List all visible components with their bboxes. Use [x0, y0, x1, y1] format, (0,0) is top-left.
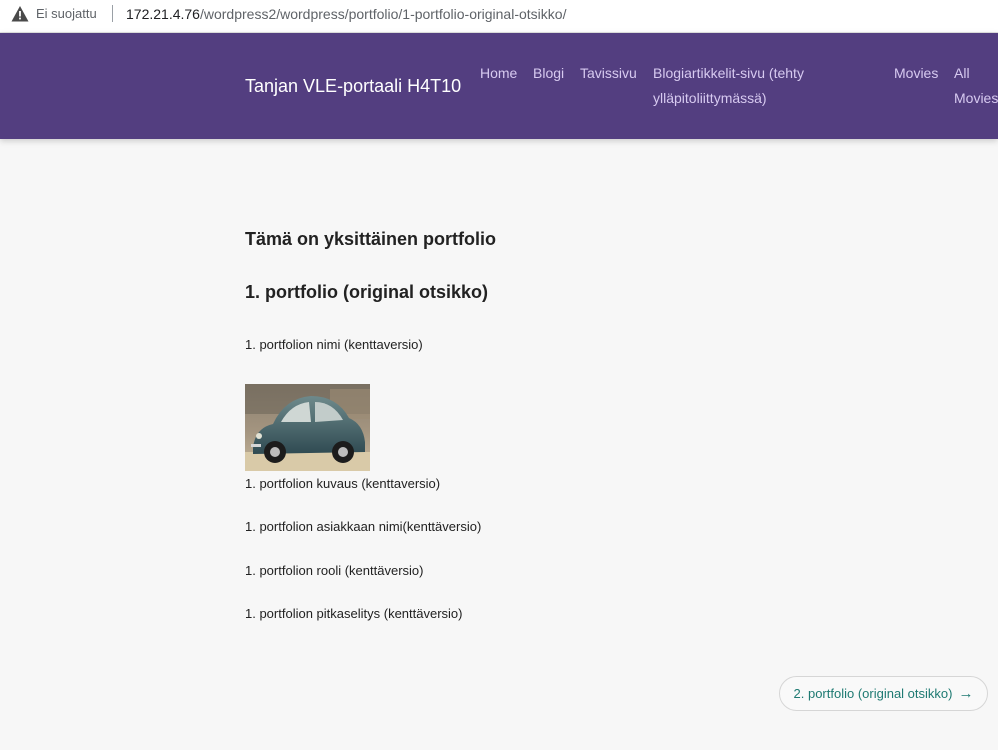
nav-item-tavissivu[interactable]: Tavissivu [580, 61, 637, 86]
portfolio-image [245, 384, 370, 471]
portfolio-name: 1. portfolion nimi (kenttaversio) [245, 337, 423, 352]
portfolio-description: 1. portfolion kuvaus (kenttaversio) [245, 476, 441, 491]
portfolio-title: 1. portfolio (original otsikko) [245, 282, 488, 302]
url-path: /wordpress2/wordpress/portfolio/1-portfo… [199, 6, 567, 22]
nav-item-home[interactable]: Home [480, 61, 517, 86]
url-host: 172.21.4.76 [126, 6, 200, 22]
url-field[interactable]: 172.21.4.76/wordpress2/wordpress/portfol… [126, 6, 566, 22]
car-photo-icon [245, 384, 370, 471]
portfolio-long-description: 1. portfolion pitkaselitys (kenttäversio… [245, 606, 463, 621]
nav-item-blogiartikkelit[interactable]: Blogiartikkelit-sivu (tehty ylläpitoliit… [653, 61, 823, 111]
portfolio-role: 1. portfolion rooli (kenttäversio) [245, 563, 424, 578]
arrow-right-icon: → [958, 685, 974, 702]
site-header: Tanjan VLE-portaali H4T10 Home Blogi Tav… [0, 33, 998, 139]
portfolio-client: 1. portfolion asiakkaan nimi(kenttäversi… [245, 519, 482, 534]
site-title-link[interactable]: Tanjan VLE-portaali H4T10 [245, 76, 461, 97]
security-status-label[interactable]: Ei suojattu [36, 6, 97, 21]
page-heading: Tämä on yksittäinen portfolio [245, 229, 497, 249]
browser-address-bar: Ei suojattu 172.21.4.76/wordpress2/wordp… [0, 0, 998, 33]
nav-item-movies[interactable]: Movies [894, 61, 938, 86]
address-divider [112, 5, 113, 22]
next-portfolio-button[interactable]: 2. portfolio (original otsikko) → [779, 676, 988, 711]
nav-item-all-movies[interactable]: All Movies [954, 61, 998, 111]
warning-icon[interactable] [11, 5, 29, 23]
nav-item-blogi[interactable]: Blogi [533, 61, 564, 86]
next-portfolio-label: 2. portfolio (original otsikko) [793, 686, 953, 701]
